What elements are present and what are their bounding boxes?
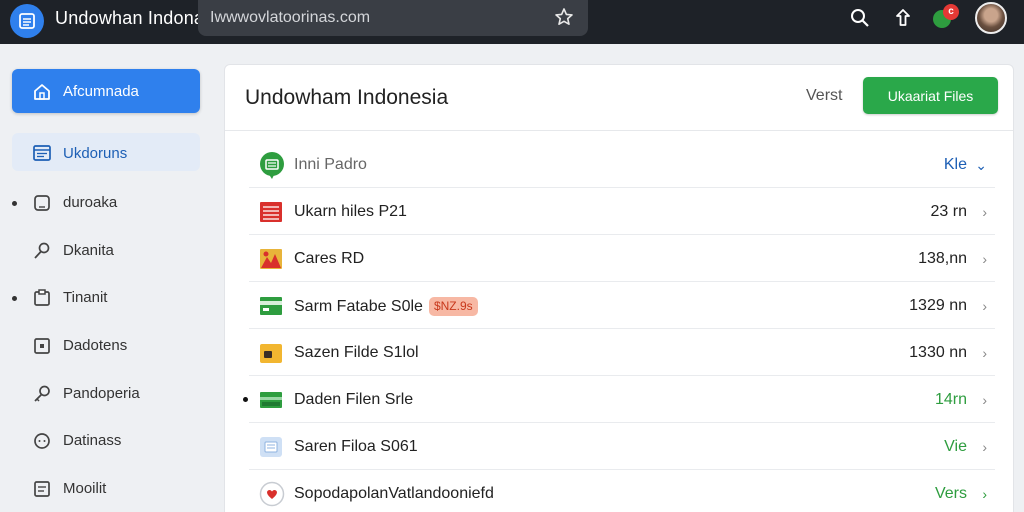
share-icon[interactable] <box>892 7 914 29</box>
list-item[interactable]: Cares RD 138,nn › <box>249 235 995 282</box>
chevron-right-icon[interactable]: › <box>982 251 987 267</box>
search-icon <box>32 241 52 261</box>
sidebar: Afcumnada Ukdoruns duroaka Dkanita Tinan… <box>0 44 214 512</box>
item-value: 14rn <box>934 391 967 408</box>
sidebar-item-label: Ukdoruns <box>63 145 128 162</box>
chevron-right-icon[interactable]: › <box>982 204 987 220</box>
item-value: 23 rn <box>930 203 967 220</box>
chevron-right-icon[interactable]: › <box>982 392 987 408</box>
list-item[interactable]: Sarm Fatabe S0le $NZ.9s 1329 nn › <box>249 282 995 329</box>
clipboard-icon <box>32 288 52 308</box>
tablet-icon <box>32 193 52 213</box>
list-item[interactable]: Inni Padro Kle ⌄ <box>249 141 995 188</box>
files-panel: Undowham Indonesia Verst Ukaariat Files … <box>224 64 1014 512</box>
address-bar[interactable]: Iwwwovlatoorinas.com <box>198 0 588 36</box>
photo-icon <box>259 248 283 270</box>
document-icon <box>32 336 52 356</box>
item-value: Kle <box>943 156 967 173</box>
status-badge: $NZ.9s <box>428 297 478 316</box>
chevron-right-icon[interactable]: › <box>982 298 987 314</box>
sidebar-item-label: Dkanita <box>63 242 114 259</box>
chevron-down-icon[interactable]: ⌄ <box>975 157 987 174</box>
sidebar-item-calendar[interactable]: Ukdoruns <box>12 133 200 171</box>
item-name: Saren Filoa S061 <box>294 438 418 455</box>
calendar-icon <box>32 143 52 163</box>
search-icon[interactable] <box>849 7 871 29</box>
folder-icon <box>259 342 283 364</box>
upload-files-button[interactable]: Ukaariat Files <box>863 77 998 114</box>
home-icon <box>32 82 52 102</box>
key-icon <box>32 384 52 404</box>
sidebar-item-clipboard[interactable]: Tinanit <box>12 275 200 319</box>
notification-icon[interactable]: c <box>931 4 961 30</box>
heart-icon <box>259 481 285 507</box>
url-text: Iwwwovlatoorinas.com <box>210 9 371 26</box>
list-item[interactable]: Ukarn hiles P21 23 rn › <box>249 188 995 235</box>
top-bar: Undowhan Indona Iwwwovlatoorinas.com c <box>0 0 1024 44</box>
list-item[interactable]: Saren Filoa S061 Vie › <box>249 423 995 470</box>
item-name: Ukarn hiles P21 <box>294 203 407 220</box>
app-logo-icon[interactable] <box>10 4 44 38</box>
item-name: SopodapolanVatlandooniefd <box>294 485 494 502</box>
avatar[interactable] <box>975 2 1007 34</box>
item-name: Inni Padro <box>294 156 367 173</box>
spreadsheet-icon <box>259 201 283 223</box>
bullet-marker <box>243 397 248 402</box>
sidebar-item-label: Dadotens <box>63 337 128 354</box>
list-item[interactable]: SopodapolanVatlandooniefd Vers › <box>249 470 995 512</box>
header-link[interactable]: Verst <box>806 87 842 105</box>
panel-header: Undowham Indonesia Verst Ukaariat Files <box>225 65 1013 131</box>
sidebar-item-label: Mooilit <box>63 480 107 497</box>
item-value: 1329 nn <box>909 297 967 314</box>
item-name: Sazen Filde S1lol <box>294 344 419 361</box>
item-name: Cares RD <box>294 250 365 267</box>
item-value: 138,nn <box>918 250 967 267</box>
chat-bubble-icon <box>259 152 284 179</box>
sidebar-item-label: Tinanit <box>63 289 108 306</box>
money-icon <box>259 389 283 411</box>
sidebar-item-documents[interactable]: Dadotens <box>12 323 200 367</box>
sidebar-item-home[interactable]: Afcumnada <box>12 69 200 113</box>
chevron-right-icon[interactable]: › <box>982 486 987 502</box>
item-name-text: Sarm Fatabe S0le <box>294 298 423 315</box>
list-item[interactable]: Daden Filen Srle 14rn › <box>243 376 995 423</box>
sidebar-item-label: duroaka <box>63 194 118 211</box>
app-title: Undowhan Indona <box>55 8 205 28</box>
chat-icon <box>32 431 52 451</box>
chevron-right-icon[interactable]: › <box>982 439 987 455</box>
card-icon <box>259 295 283 317</box>
star-icon[interactable] <box>554 7 574 32</box>
image-icon <box>32 479 52 499</box>
sidebar-item-label: Pandoperia <box>63 385 140 402</box>
item-name: Daden Filen Srle <box>294 391 414 408</box>
chevron-right-icon[interactable]: › <box>982 345 987 361</box>
item-value: 1330 nn <box>909 344 967 361</box>
notification-badge: c <box>943 4 959 20</box>
page-title: Undowham Indonesia <box>245 86 449 109</box>
sidebar-item-label: Afcumnada <box>63 83 139 100</box>
sidebar-item-tablet[interactable]: duroaka <box>12 180 200 224</box>
sidebar-item-label: Datinass <box>63 432 122 449</box>
item-name: Sarm Fatabe S0le $NZ.9s <box>294 297 478 316</box>
item-value: Vie <box>944 438 967 455</box>
sidebar-item-search[interactable]: Dkanita <box>12 228 200 272</box>
file-icon <box>259 436 283 458</box>
sidebar-item-image[interactable]: Mooilit <box>12 466 200 510</box>
list-item[interactable]: Sazen Filde S1lol 1330 nn › <box>249 329 995 376</box>
item-value: Vers <box>934 485 967 502</box>
sidebar-item-chat[interactable]: Datinass <box>12 418 200 462</box>
sidebar-item-key[interactable]: Pandoperia <box>12 371 200 415</box>
